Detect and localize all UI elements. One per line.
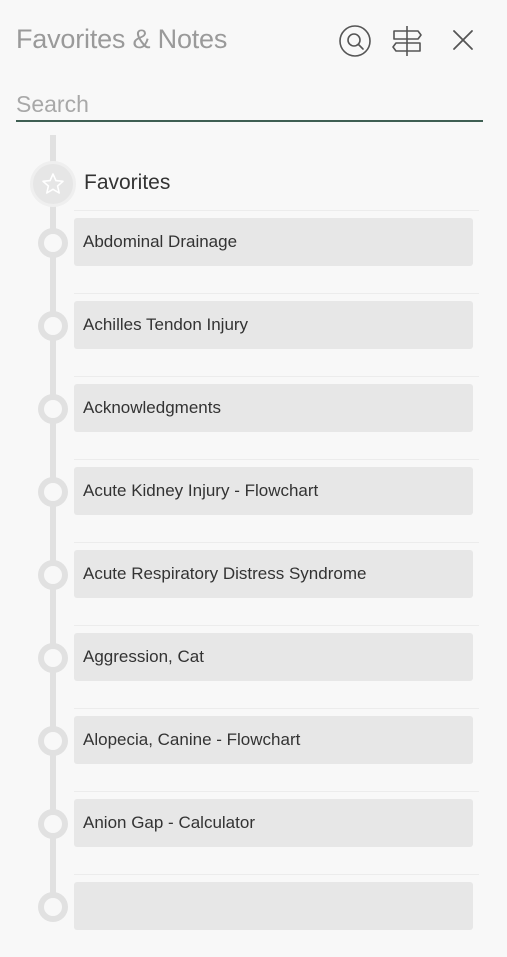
favorite-item-label: Alopecia, Canine - Flowchart <box>83 730 301 749</box>
favorite-item-button[interactable]: Abdominal Drainage <box>74 218 473 266</box>
divider <box>74 874 479 875</box>
favorite-item-button[interactable]: Anion Gap - Calculator <box>74 799 473 847</box>
list-item: Acknowledgments <box>0 376 507 459</box>
favorite-item-button[interactable]: Acute Respiratory Distress Syndrome <box>74 550 473 598</box>
list-item: Anion Gap - Calculator <box>0 791 507 874</box>
section-title: Favorites <box>84 171 171 194</box>
list-item: Acute Kidney Injury - Flowchart <box>0 459 507 542</box>
divider <box>74 791 479 792</box>
timeline-node <box>38 726 68 756</box>
search-field <box>16 88 483 124</box>
header-bar: Favorites & Notes <box>0 0 507 84</box>
search-input[interactable] <box>16 88 483 122</box>
favorite-item-label: Anion Gap - Calculator <box>83 813 255 832</box>
favorite-item-button[interactable]: Alopecia, Canine - Flowchart <box>74 716 473 764</box>
favorite-item-label: Acknowledgments <box>83 398 221 417</box>
favorite-item-button[interactable]: Acute Kidney Injury - Flowchart <box>74 467 473 515</box>
favorite-item-button[interactable]: Achilles Tendon Injury <box>74 301 473 349</box>
list-item: Alopecia, Canine - Flowchart <box>0 708 507 791</box>
favorite-item-label: Abdominal Drainage <box>83 232 238 251</box>
timeline-node <box>38 892 68 922</box>
favorite-item-label: Achilles Tendon Injury <box>83 315 249 334</box>
star-icon <box>30 161 76 207</box>
divider <box>74 542 479 543</box>
favorite-item-label: Aggression, Cat <box>83 647 204 666</box>
search-icon[interactable] <box>337 23 373 59</box>
list-item: Aggression, Cat <box>0 625 507 708</box>
timeline-node <box>38 228 68 258</box>
favorite-item-button[interactable]: Acknowledgments <box>74 384 473 432</box>
list-item <box>0 874 507 957</box>
divider <box>74 625 479 626</box>
list-item: Achilles Tendon Injury <box>0 293 507 376</box>
page-title: Favorites & Notes <box>16 24 228 54</box>
divider <box>74 708 479 709</box>
timeline-node <box>38 311 68 341</box>
timeline-node <box>38 394 68 424</box>
favorite-item-button[interactable] <box>74 882 473 930</box>
timeline-node <box>38 809 68 839</box>
divider <box>74 293 479 294</box>
divider <box>74 210 479 211</box>
divider <box>74 376 479 377</box>
close-icon[interactable] <box>445 23 481 59</box>
timeline-node <box>38 477 68 507</box>
favorite-item-label: Acute Kidney Injury - Flowchart <box>83 481 319 500</box>
favorite-item-button[interactable]: Aggression, Cat <box>74 633 473 681</box>
list-item: Abdominal Drainage <box>0 210 507 293</box>
signpost-icon[interactable] <box>389 23 425 59</box>
timeline-node <box>38 560 68 590</box>
timeline-node <box>38 643 68 673</box>
favorites-section-header: Favorites <box>30 161 330 207</box>
list-item: Acute Respiratory Distress Syndrome <box>0 542 507 625</box>
divider <box>74 459 479 460</box>
favorite-item-label: Acute Respiratory Distress Syndrome <box>83 564 367 583</box>
